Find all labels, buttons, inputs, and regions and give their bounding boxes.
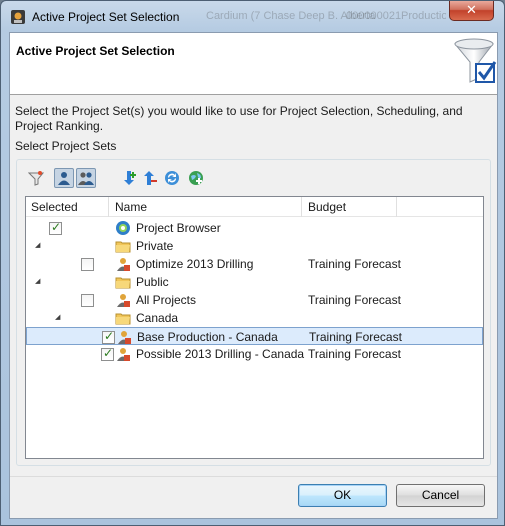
column-divider[interactable]	[396, 197, 397, 217]
group-label: Select Project Sets	[15, 139, 117, 153]
close-button[interactable]: ✕	[449, 1, 494, 21]
table-header: Selected Name Budget	[26, 197, 483, 217]
users-view-button[interactable]	[76, 168, 96, 188]
table-row[interactable]: ✓ Project Browser	[26, 219, 483, 237]
row-name: All Projects	[136, 293, 197, 307]
expand-collapse-icon[interactable]: ◢	[35, 277, 40, 285]
folder-icon	[115, 274, 131, 290]
project-set-icon	[115, 346, 131, 362]
row-name: Public	[136, 275, 169, 289]
column-header-budget[interactable]: Budget	[308, 200, 346, 214]
table-row[interactable]: All Projects Training Forecast	[26, 291, 483, 309]
column-divider[interactable]	[301, 197, 302, 217]
row-name: Possible 2013 Drilling - Canada	[136, 347, 305, 361]
expand-collapse-icon[interactable]: ◢	[55, 313, 60, 321]
dialog-heading: Active Project Set Selection	[16, 44, 175, 58]
filter-button[interactable]	[26, 168, 46, 188]
project-browser-icon	[115, 220, 131, 236]
footer-divider	[10, 476, 497, 477]
column-divider[interactable]	[108, 197, 109, 217]
folder-icon	[115, 310, 131, 326]
dialog-header: Active Project Set Selection	[10, 33, 497, 95]
row-budget: Training Forecast	[308, 293, 401, 307]
selected-checkbox[interactable]: ✓	[102, 329, 115, 344]
table-row[interactable]: ✓ Possible 2013 Drilling - Canada Training…	[26, 345, 483, 363]
selected-checkbox[interactable]	[81, 294, 94, 307]
user-view-icon	[58, 172, 70, 185]
row-budget: Training Forecast	[308, 347, 401, 361]
table-row[interactable]: Optimize 2013 Drilling Training Forecast	[26, 255, 483, 273]
users-view-icon	[78, 172, 94, 185]
table-row[interactable]: ◢ Canada	[26, 309, 483, 327]
move-down-button[interactable]	[120, 168, 140, 188]
project-sets-table: Selected Name Budget ✓ Project Browser ◢ Pr…	[25, 196, 484, 459]
checkmark-icon: ✓	[103, 346, 114, 360]
title-bar[interactable]: Active Project Set Selection Cardium (7 …	[1, 1, 504, 33]
selected-checkbox[interactable]: ✓	[49, 220, 62, 235]
add-globe-icon	[189, 171, 203, 185]
table-row[interactable]: ◢ Private	[26, 237, 483, 255]
column-header-selected[interactable]: Selected	[31, 200, 78, 214]
row-name: Base Production - Canada	[137, 330, 278, 344]
column-header-name[interactable]: Name	[115, 200, 147, 214]
funnel-check-icon	[454, 38, 497, 83]
row-budget: Training Forecast	[309, 330, 402, 344]
checkmark-icon: ✓	[104, 329, 115, 343]
row-name: Project Browser	[136, 221, 221, 235]
background-text: Production	[401, 10, 446, 22]
user-view-button[interactable]	[54, 168, 74, 188]
row-name: Private	[136, 239, 174, 253]
row-name: Optimize 2013 Drilling	[136, 257, 254, 271]
dialog-window: Active Project Set Selection Cardium (7 …	[0, 0, 505, 526]
add-globe-button[interactable]	[186, 168, 206, 188]
cancel-button[interactable]: Cancel	[396, 484, 485, 507]
selected-checkbox[interactable]	[81, 258, 94, 271]
refresh-icon	[165, 171, 179, 185]
dialog-body: Active Project Set Selection Select the …	[9, 32, 498, 519]
filter-icon	[28, 171, 44, 186]
project-set-icon	[115, 256, 131, 272]
move-up-remove-icon	[144, 171, 157, 185]
window-title: Active Project Set Selection	[32, 10, 180, 24]
project-set-icon	[115, 292, 131, 308]
expand-collapse-icon[interactable]: ◢	[35, 241, 40, 249]
folder-icon	[115, 238, 131, 254]
move-down-add-icon	[124, 171, 136, 185]
table-row[interactable]: ✓ Base Production - Canada Training Foreca…	[26, 327, 483, 345]
project-set-icon	[116, 329, 132, 345]
instruction-text: Select the Project Set(s) you would like…	[15, 104, 463, 133]
row-budget: Training Forecast	[308, 257, 401, 271]
background-text: 000000021	[346, 10, 402, 22]
row-name: Canada	[136, 311, 179, 325]
close-icon: ✕	[466, 2, 477, 17]
refresh-button[interactable]	[162, 168, 182, 188]
checkmark-icon: ✓	[51, 220, 62, 234]
move-up-button[interactable]	[140, 168, 160, 188]
selected-checkbox[interactable]: ✓	[101, 346, 114, 361]
toolbar	[26, 166, 226, 190]
app-icon	[11, 10, 25, 24]
ok-button[interactable]: OK	[298, 484, 387, 507]
table-row[interactable]: ◢ Public	[26, 273, 483, 291]
